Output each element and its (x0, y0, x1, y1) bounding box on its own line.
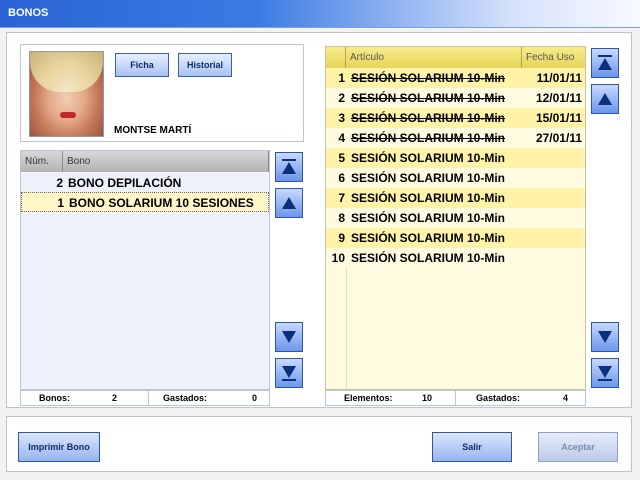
row-articulo: SESIÓN SOLARIUM 10-Min (351, 211, 506, 225)
bonos-footer: Bonos: 2 Gastados: 0 (20, 390, 270, 406)
bonos-count-label: Bonos: (39, 393, 70, 403)
arrow-up-icon (282, 197, 296, 209)
row-num: 9 (338, 231, 345, 245)
scroll-down-button[interactable] (591, 322, 619, 352)
column-header-articulo[interactable]: Artículo (346, 47, 522, 68)
row-articulo: SESIÓN SOLARIUM 10-Min (351, 171, 506, 185)
arrow-first-up-icon (598, 55, 612, 70)
row-bono: BONO SOLARIUM 10 SESIONES (69, 196, 254, 210)
table-row[interactable]: 1 SESIÓN SOLARIUM 10-Min 11/01/11 (326, 68, 585, 88)
row-fecha-uso: 27/01/11 (535, 131, 582, 145)
column-header-bono[interactable]: Bono (63, 151, 269, 172)
row-num: 3 (338, 111, 345, 125)
row-num: 5 (338, 151, 345, 165)
table-row[interactable]: 10 SESIÓN SOLARIUM 10-Min (326, 248, 585, 268)
table-row[interactable]: 2 SESIÓN SOLARIUM 10-Min 12/01/11 (326, 88, 585, 108)
row-num: 1 (57, 196, 64, 210)
row-fecha-uso: 15/01/11 (535, 111, 582, 125)
row-articulo: SESIÓN SOLARIUM 10-Min (351, 91, 506, 105)
table-row[interactable]: 4 SESIÓN SOLARIUM 10-Min 27/01/11 (326, 128, 585, 148)
elementos-label: Elementos: (344, 393, 393, 403)
row-num: 6 (338, 171, 345, 185)
row-num: 4 (338, 131, 345, 145)
gastados-label: Gastados: (476, 393, 521, 403)
column-header-fecha-uso[interactable]: Fecha Uso (522, 47, 585, 68)
row-articulo: SESIÓN SOLARIUM 10-Min (351, 131, 506, 145)
row-fecha-uso: 12/01/11 (535, 91, 582, 105)
table-row[interactable]: 3 SESIÓN SOLARIUM 10-Min 15/01/11 (326, 108, 585, 128)
historial-button[interactable]: Historial (178, 53, 232, 77)
table-row-selected[interactable]: 1 BONO SOLARIUM 10 SESIONES (21, 192, 269, 212)
arrow-last-down-icon (282, 366, 296, 381)
arrow-up-icon (598, 93, 612, 105)
row-articulo: SESIÓN SOLARIUM 10-Min (351, 191, 506, 205)
column-header-num[interactable]: Núm. (21, 151, 63, 172)
row-articulo: SESIÓN SOLARIUM 10-Min (351, 251, 506, 265)
arrow-down-icon (282, 331, 296, 343)
row-num: 7 (338, 191, 345, 205)
gastados-value: 0 (251, 393, 257, 403)
row-num: 2 (56, 176, 63, 190)
table-row[interactable]: 8 SESIÓN SOLARIUM 10-Min (326, 208, 585, 228)
gastados-label: Gastados: (163, 393, 208, 403)
imprimir-bono-button[interactable]: Imprimir Bono (18, 432, 100, 462)
client-name: MONTSE MARTÍ (114, 125, 192, 136)
bonos-count-value: 2 (111, 393, 117, 403)
scroll-bottom-button[interactable] (591, 358, 619, 388)
elementos-value: 10 (421, 393, 432, 403)
bonos-list[interactable]: Núm. Bono 2 BONO DEPILACIÓN 1 BONO SOLAR… (20, 150, 270, 390)
row-num: 8 (338, 211, 345, 225)
title-bar: BONOS (0, 0, 640, 28)
row-bono: BONO DEPILACIÓN (68, 176, 182, 190)
arrow-last-down-icon (598, 366, 612, 381)
scroll-up-button[interactable] (275, 188, 303, 218)
ficha-button[interactable]: Ficha (115, 53, 169, 77)
column-header-num[interactable] (326, 47, 346, 68)
scroll-bottom-button[interactable] (275, 358, 303, 388)
scroll-down-button[interactable] (275, 322, 303, 352)
arrow-down-icon (598, 331, 612, 343)
window-title: BONOS (8, 7, 49, 19)
row-num: 2 (338, 91, 345, 105)
table-row[interactable]: 5 SESIÓN SOLARIUM 10-Min (326, 148, 585, 168)
table-row[interactable]: 2 BONO DEPILACIÓN (21, 173, 269, 193)
gastados-value: 4 (562, 393, 568, 403)
articulos-footer: Elementos: 10 Gastados: 4 (325, 390, 586, 406)
scroll-top-button[interactable] (591, 48, 619, 78)
scroll-top-button[interactable] (275, 152, 303, 182)
table-row[interactable]: 9 SESIÓN SOLARIUM 10-Min (326, 228, 585, 248)
table-row[interactable]: 6 SESIÓN SOLARIUM 10-Min (326, 168, 585, 188)
arrow-first-up-icon (282, 159, 296, 174)
row-articulo: SESIÓN SOLARIUM 10-Min (351, 111, 506, 125)
articulos-list[interactable]: Artículo Fecha Uso 1 SESIÓN SOLARIUM 10-M… (325, 46, 586, 390)
row-articulo: SESIÓN SOLARIUM 10-Min (351, 151, 506, 165)
aceptar-button[interactable]: Aceptar (538, 432, 618, 462)
client-photo (29, 51, 104, 137)
salir-button[interactable]: Salir (432, 432, 512, 462)
row-articulo: SESIÓN SOLARIUM 10-Min (351, 71, 506, 85)
row-fecha-uso: 11/01/11 (536, 71, 582, 85)
row-articulo: SESIÓN SOLARIUM 10-Min (351, 231, 506, 245)
row-num: 10 (331, 251, 345, 265)
table-row[interactable]: 7 SESIÓN SOLARIUM 10-Min (326, 188, 585, 208)
row-num: 1 (338, 71, 345, 85)
scroll-up-button[interactable] (591, 84, 619, 114)
